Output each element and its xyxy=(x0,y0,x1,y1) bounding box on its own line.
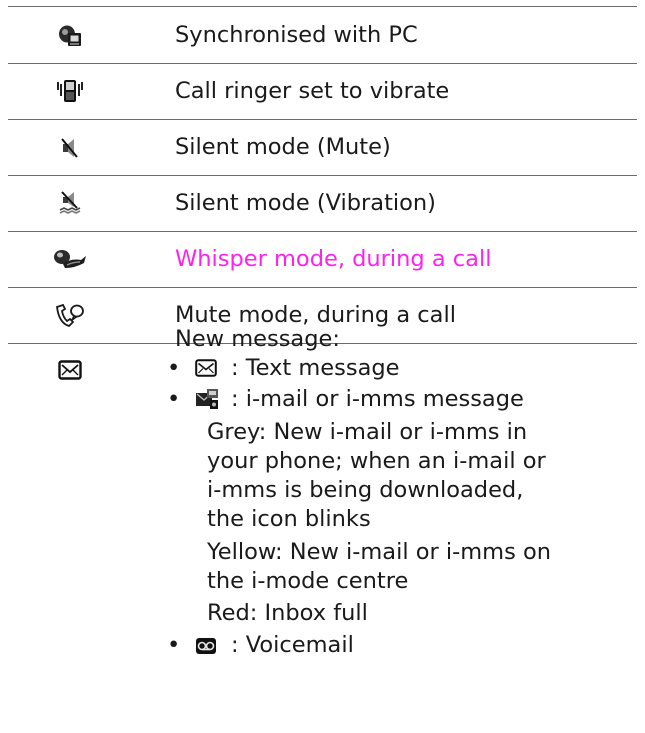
detail-text: your phone; when an i-mail or xyxy=(207,448,546,474)
detail-text: the icon blinks xyxy=(207,506,371,532)
mute-call-icon xyxy=(40,301,100,329)
envelope-icon xyxy=(40,356,100,384)
row-label: Synchronised with PC xyxy=(175,22,418,48)
list-item-text: : i-mail or i-mms message xyxy=(231,386,524,412)
list-item: • : Voicemail xyxy=(151,631,451,661)
row-label: Call ringer set to vibrate xyxy=(175,78,450,104)
list-item: • : Text message xyxy=(151,354,571,384)
divider xyxy=(8,6,637,7)
list-item-text: : Voicemail xyxy=(231,632,354,658)
bullet: • xyxy=(167,632,181,658)
voicemail-icon xyxy=(195,637,217,655)
vibrate-ringer-icon xyxy=(40,77,100,105)
pc-sync-icon xyxy=(40,22,100,50)
imail-icon xyxy=(195,388,219,410)
bullet: • xyxy=(167,386,181,412)
detail-text: Red: Inbox full xyxy=(207,600,368,626)
envelope-small-icon xyxy=(195,359,217,377)
silent-vibration-icon xyxy=(40,189,100,217)
divider xyxy=(8,63,637,64)
row-label: Silent mode (Mute) xyxy=(175,134,391,160)
divider xyxy=(8,175,637,176)
divider xyxy=(8,119,637,120)
row-label: Silent mode (Vibration) xyxy=(175,190,436,216)
row-label: Whisper mode, during a call xyxy=(175,246,492,272)
new-message-title: New message: xyxy=(175,326,340,352)
list-item: • : i-mail or i-mms message xyxy=(151,385,601,415)
list-item-text: : Text message xyxy=(231,355,400,381)
whisper-mode-icon xyxy=(40,245,100,273)
silent-mute-icon xyxy=(40,134,100,162)
detail-text: the i-mode centre xyxy=(207,568,409,594)
divider xyxy=(8,287,637,288)
divider xyxy=(8,231,637,232)
bullet: • xyxy=(167,355,181,381)
detail-text: i-mms is being downloaded, xyxy=(207,477,524,503)
detail-text: Grey: New i-mail or i-mms in xyxy=(207,419,528,445)
detail-text: Yellow: New i-mail or i-mms on xyxy=(207,539,552,565)
